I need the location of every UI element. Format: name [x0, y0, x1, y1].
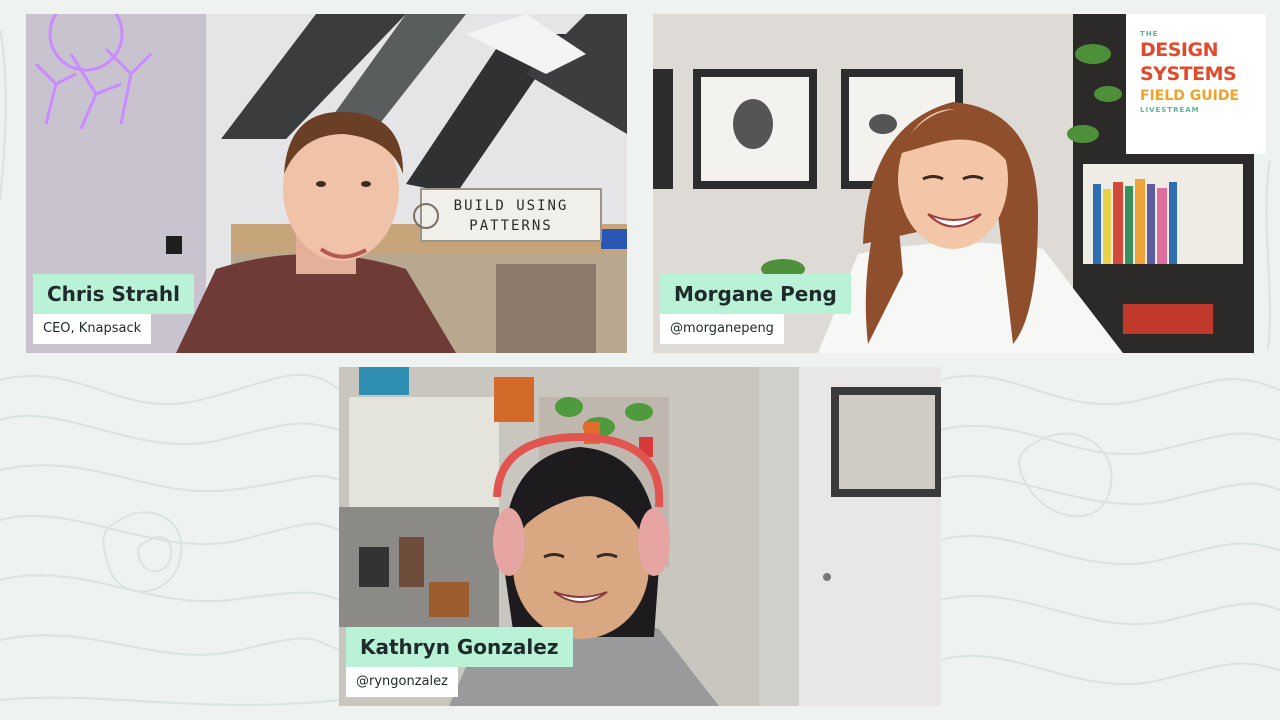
logo-bottom-text: LIVESTREAM — [1140, 106, 1200, 114]
participant-name: Kathryn Gonzalez — [346, 627, 573, 667]
participant-subtitle: @morganepeng — [660, 314, 784, 344]
logo-line-2: SYSTEMS — [1140, 63, 1237, 85]
logo-top-text: THE — [1140, 30, 1159, 38]
background-sign: BUILD USING PATTERNS — [421, 191, 601, 243]
logo-line-3: FIELD GUIDE — [1140, 88, 1240, 104]
sign-line-2: PATTERNS — [469, 218, 553, 234]
logo-line-1: DESIGN — [1140, 39, 1219, 61]
design-systems-field-guide-logo: THE DESIGN SYSTEMS FIELD GUIDE LIVESTREA… — [1126, 14, 1266, 154]
participant-name: Chris Strahl — [33, 274, 194, 314]
video-tile-kathryn-gonzalez[interactable]: Kathryn Gonzalez @ryngonzalez — [339, 367, 941, 706]
participant-subtitle: CEO, Knapsack — [33, 314, 152, 344]
participant-name: Morgane Peng — [660, 274, 851, 314]
participant-subtitle: @ryngonzalez — [346, 667, 458, 697]
video-tile-chris-strahl[interactable]: Chris Strahl CEO, Knapsack — [26, 14, 627, 353]
sign-line-1: BUILD USING — [453, 198, 569, 214]
